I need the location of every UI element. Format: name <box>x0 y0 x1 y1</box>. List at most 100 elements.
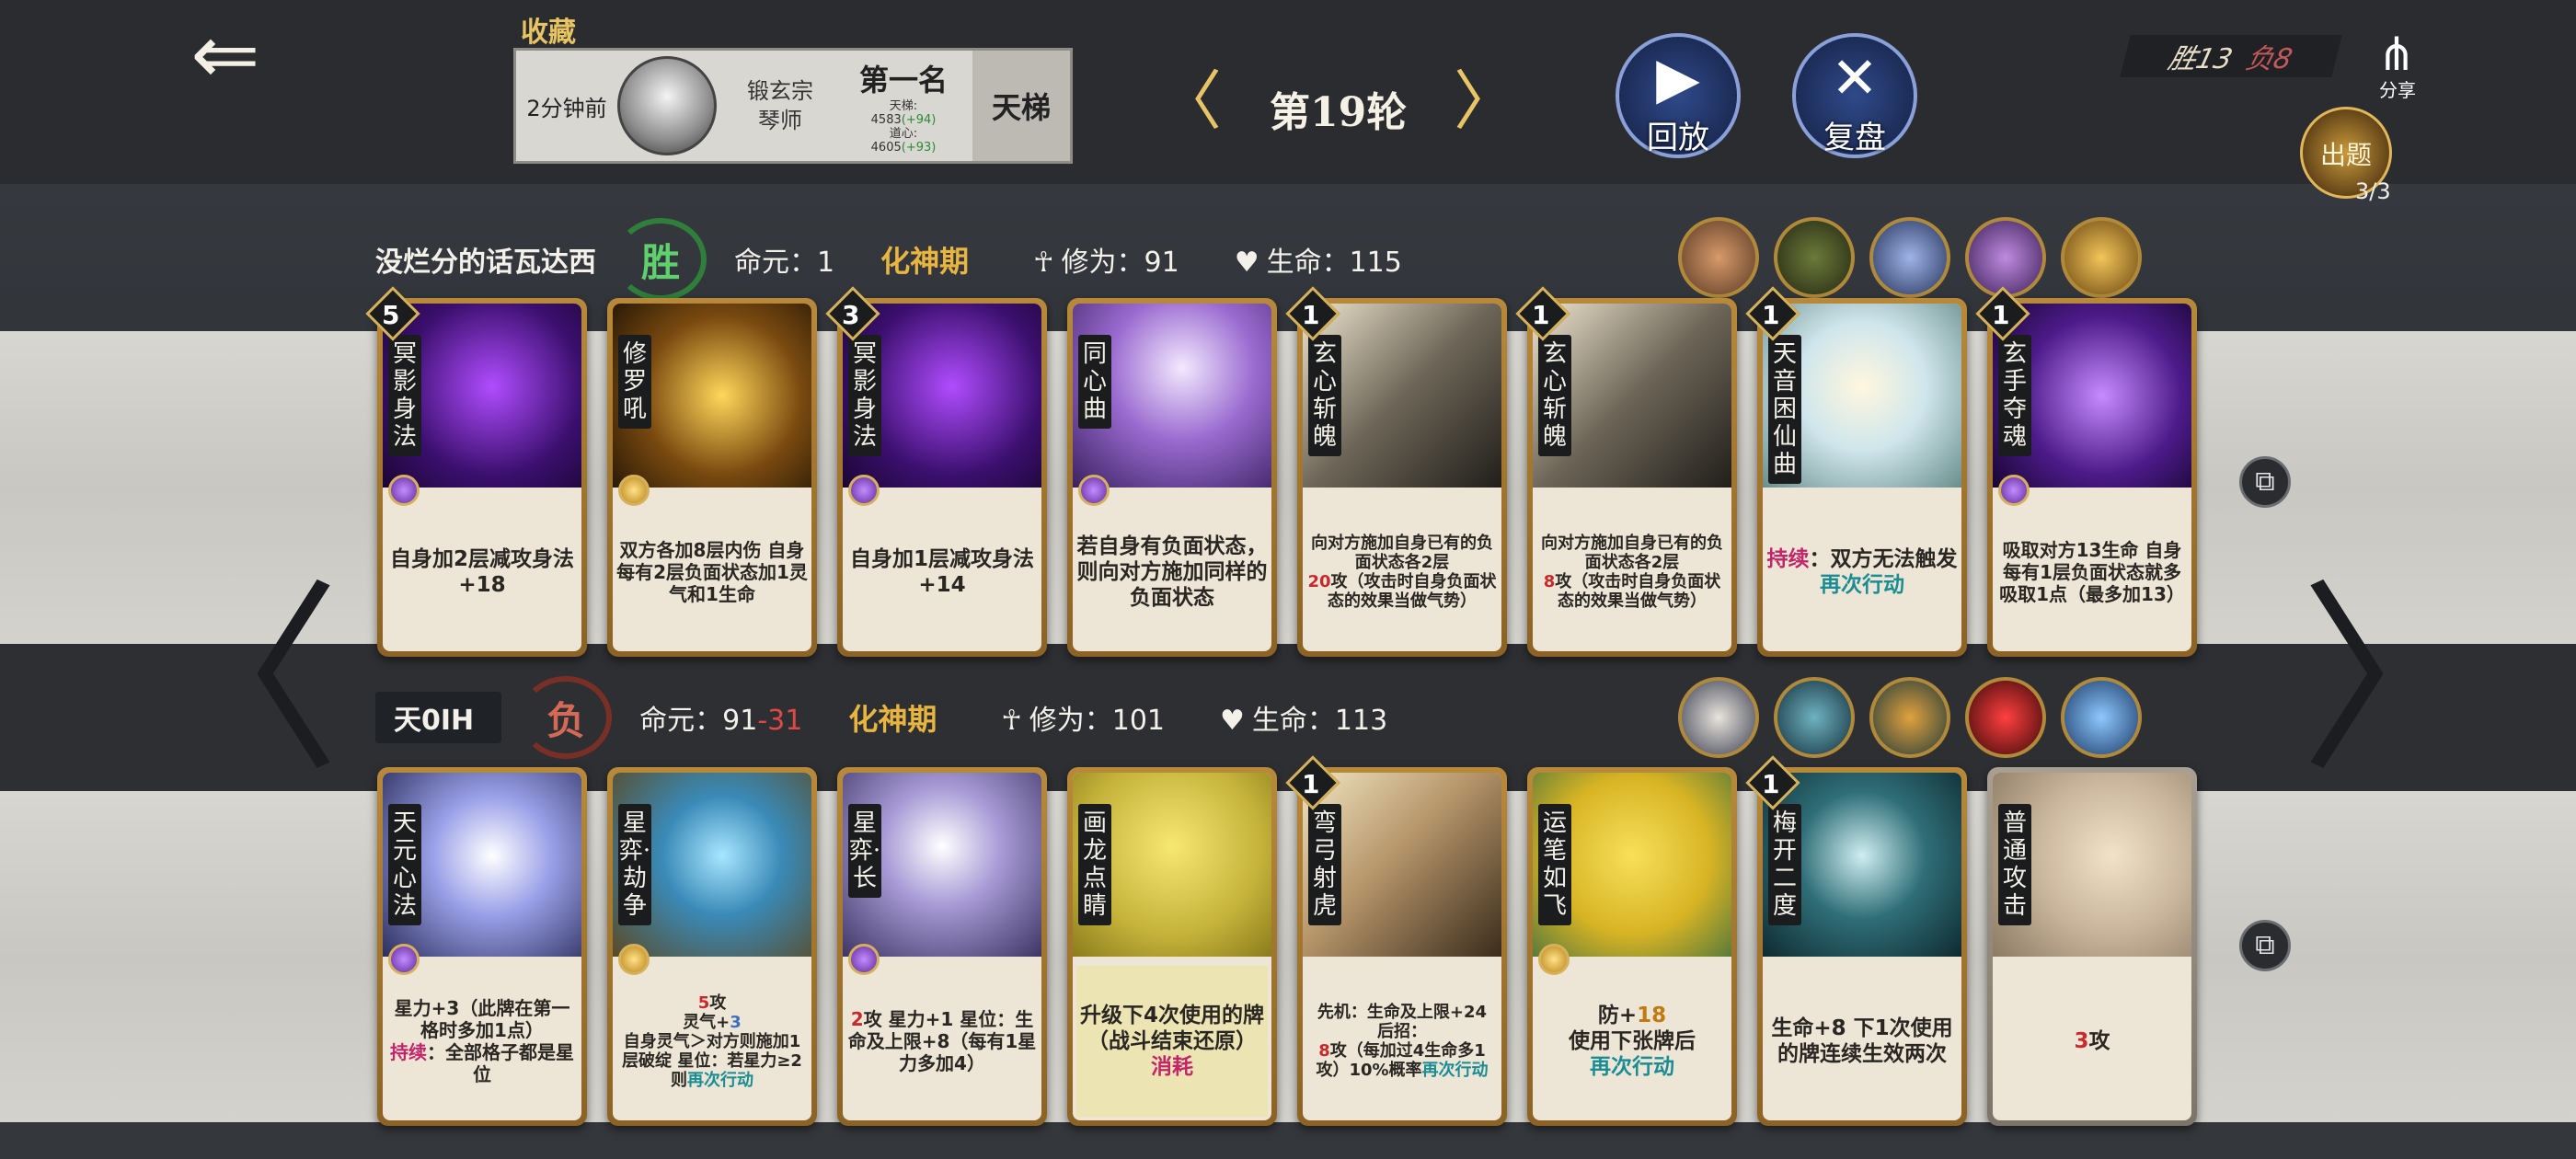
card-name: 玄心斩魄 <box>1538 335 1571 456</box>
ladder-stat: 天梯: <box>834 99 972 113</box>
player-avatar-icon[interactable] <box>1678 677 1759 758</box>
dao-label: 道心: <box>889 127 918 141</box>
card-face: 梅开二度 生命+8 下1次使用的牌连续生效两次 <box>1763 773 1961 1120</box>
relic-icon[interactable] <box>2061 217 2142 298</box>
card-face: 普通攻击 3攻 <box>1993 773 2191 1120</box>
rank-label: 第一名 <box>858 63 948 98</box>
card-level-text: 1 <box>1532 300 1550 331</box>
card[interactable]: 运笔如飞 防+18 使用下张牌后 再次行动 <box>1527 767 1737 1126</box>
card[interactable]: 梅开二度 生命+8 下1次使用的牌连续生效两次 1 <box>1745 755 1967 1126</box>
attack-value: 3 <box>2074 1029 2089 1053</box>
copy-deck-icon[interactable]: ⧉ <box>2239 456 2291 508</box>
player2-cultivation: ☥ 修为：101 <box>1001 697 1165 738</box>
collect-label[interactable]: 收藏 <box>521 9 576 50</box>
copy-deck-icon[interactable]: ⧉ <box>2239 920 2291 971</box>
card-desc-line: 向对方施加自身已有的负面状态各2层 <box>1311 534 1493 572</box>
card-desc-text: ：全部格子都是星位 <box>427 1041 574 1085</box>
dao-val: 4605 <box>870 141 902 155</box>
card[interactable]: 天音困仙曲 持续：双方无法触发再次行动 1 <box>1745 286 1967 657</box>
card-desc-line: 持续：全部格子都是星位 <box>386 1041 578 1085</box>
card[interactable]: 天元心法 星力+3（此牌在第一格时多加1点） 持续：全部格子都是星位 <box>377 767 587 1126</box>
card-face: 冥影身法 自身加1层减攻身法+14 <box>843 304 1041 651</box>
card-desc-line: 先机：生命及上限+24 后招： <box>1317 1003 1488 1041</box>
sect-role: 琴师 <box>758 108 802 133</box>
player2-health-text: 生命：113 <box>1251 705 1388 737</box>
card-desc-text: 灵气+ <box>683 1012 730 1032</box>
attack-value: 8 <box>1318 1041 1330 1061</box>
card[interactable]: 玄手夺魂 吸取对方13生命 自身每有1层负面状态就多吸取1点（最多加13） 1 <box>1975 286 2197 657</box>
attack-value: 5 <box>697 993 710 1013</box>
card[interactable]: 画龙点睛 升级下4次使用的牌（战斗结束还原） 消耗 <box>1067 767 1277 1126</box>
player2-cultivation-text: 修为：101 <box>1029 705 1166 737</box>
replay-button[interactable]: ▶ 回放 <box>1616 33 1741 158</box>
record-panel[interactable]: 2分钟前 锻玄宗 琴师 第一名 天梯: 4583(+94) 道心: 4605(+… <box>513 48 1073 164</box>
card-desc-text: 攻 星力+1 星位：生命及上限+8（每有1星力多加4） <box>847 1008 1037 1074</box>
card-name: 冥影身法 <box>388 335 421 456</box>
card-level-text: 3 <box>842 300 860 331</box>
card[interactable]: 弯弓射虎 先机：生命及上限+24 后招： 8攻（每加过4生命多1攻）10%概率再… <box>1285 755 1507 1126</box>
card-level-text: 1 <box>1992 300 2010 331</box>
player1-realm: 化神期 <box>880 244 970 279</box>
card[interactable]: 星弈·劫争 5攻 灵气+3 自身灵气＞对方则施加1层破绽 星位：若星力≥2则再次… <box>607 767 817 1126</box>
attack-value: 8 <box>1543 572 1556 591</box>
round-title: 第19轮 <box>1270 89 1408 136</box>
card[interactable]: 同心曲 若自身有负面状态，则向对方施加同样的负面状态 <box>1067 298 1277 657</box>
puzzle-label: 出题 <box>2319 140 2372 170</box>
card[interactable]: 普通攻击 3攻 <box>1987 767 2197 1126</box>
player2-health: ♥ 生命：113 <box>1220 697 1387 738</box>
prev-round-icon[interactable]: 〈 <box>1157 69 1222 133</box>
next-round-icon[interactable]: 〉 <box>1454 69 1518 133</box>
back-arrow-icon[interactable]: ⇐ <box>175 14 276 97</box>
keyword-again: 再次行动 <box>687 1070 753 1090</box>
ladder-value: 4583(+94) <box>834 113 972 127</box>
card[interactable]: 玄心斩魄 向对方施加自身已有的负面状态各2层 20攻（攻击时自身负面状态的效果当… <box>1285 286 1507 657</box>
relic-icon[interactable] <box>1774 217 1855 298</box>
card-name: 玄心斩魄 <box>1308 335 1341 456</box>
player2-realm: 化神期 <box>848 702 937 737</box>
relic-icon[interactable] <box>1869 677 1950 758</box>
card-level-text: 1 <box>1302 769 1320 800</box>
relic-icon[interactable] <box>1774 677 1855 758</box>
card-name: 天音困仙曲 <box>1768 335 1801 484</box>
card-desc-text: 攻（攻击时自身负面状态的效果当做气势） <box>1555 572 1721 611</box>
card-desc: 升级下4次使用的牌（战斗结束还原） 消耗 <box>1076 966 1268 1117</box>
keyword-again: 再次行动 <box>1421 1061 1489 1080</box>
relic-icon[interactable] <box>1965 217 2046 298</box>
card-name: 弯弓射虎 <box>1308 804 1341 925</box>
card-desc: 先机：生命及上限+24 后招： 8攻（每加过4生命多1攻）10%概率再次行动 <box>1306 966 1498 1117</box>
meditation-icon: ☥ <box>1033 247 1054 279</box>
player1-health-text: 生命：115 <box>1266 247 1402 279</box>
card-desc: 2攻 星力+1 星位：生命及上限+8（每有1星力多加4） <box>846 966 1038 1117</box>
qi-value: 3 <box>730 1012 742 1032</box>
ladder-val: 4583 <box>870 113 902 127</box>
share-button[interactable]: ⋔ 分享 <box>2355 28 2438 101</box>
review-button[interactable]: ✕ 复盘 <box>1792 33 1917 158</box>
card-face: 天元心法 星力+3（此牌在第一格时多加1点） 持续：全部格子都是星位 <box>383 773 581 1120</box>
player1-cultivation: ☥ 修为：91 <box>1033 239 1179 280</box>
relic-icon[interactable] <box>1869 217 1950 298</box>
relic-icon[interactable] <box>1965 677 2046 758</box>
card-name: 天元心法 <box>388 804 421 925</box>
card[interactable]: 冥影身法 自身加2层减攻身法+18 5 <box>365 286 587 657</box>
next-page-arrow-icon[interactable]: 〉 <box>2300 580 2502 782</box>
card-desc-line: 3攻 <box>1996 1028 2188 1054</box>
card[interactable]: 玄心斩魄 向对方施加自身已有的负面状态各2层 8攻（攻击时自身负面状态的效果当做… <box>1515 286 1737 657</box>
dao-stat: 道心: <box>834 127 972 141</box>
player2-destiny: 命元：91-31 <box>639 697 802 738</box>
sect-name: 锻玄宗 <box>747 78 813 104</box>
player-avatar-icon[interactable] <box>1678 217 1759 298</box>
card-desc: 向对方施加自身已有的负面状态各2层 8攻（攻击时自身负面状态的效果当做气势） <box>1536 497 1728 648</box>
card-desc: 向对方施加自身已有的负面状态各2层 20攻（攻击时自身负面状态的效果当做气势） <box>1306 497 1498 648</box>
keyword-again: 再次行动 <box>1820 573 1904 597</box>
win-seal: 胜 <box>615 218 707 301</box>
attack-value: 20 <box>1307 572 1331 591</box>
ladder-label: 天梯: <box>889 99 918 113</box>
card[interactable]: 修罗吼 双方各加8层内伤 自身每有2层负面状态加1灵气和1生命 <box>607 298 817 657</box>
score-win: 胜13 <box>2165 43 2237 75</box>
card-desc-text: 防+ <box>1597 1004 1638 1027</box>
yin-yang-icon[interactable] <box>2061 677 2142 758</box>
card[interactable]: 冥影身法 自身加1层减攻身法+14 3 <box>825 286 1047 657</box>
prev-page-arrow-icon[interactable]: 〈 <box>138 580 340 782</box>
card-desc-text: 攻 <box>2088 1029 2110 1053</box>
card[interactable]: 星弈·长 2攻 星力+1 星位：生命及上限+8（每有1星力多加4） <box>837 767 1047 1126</box>
